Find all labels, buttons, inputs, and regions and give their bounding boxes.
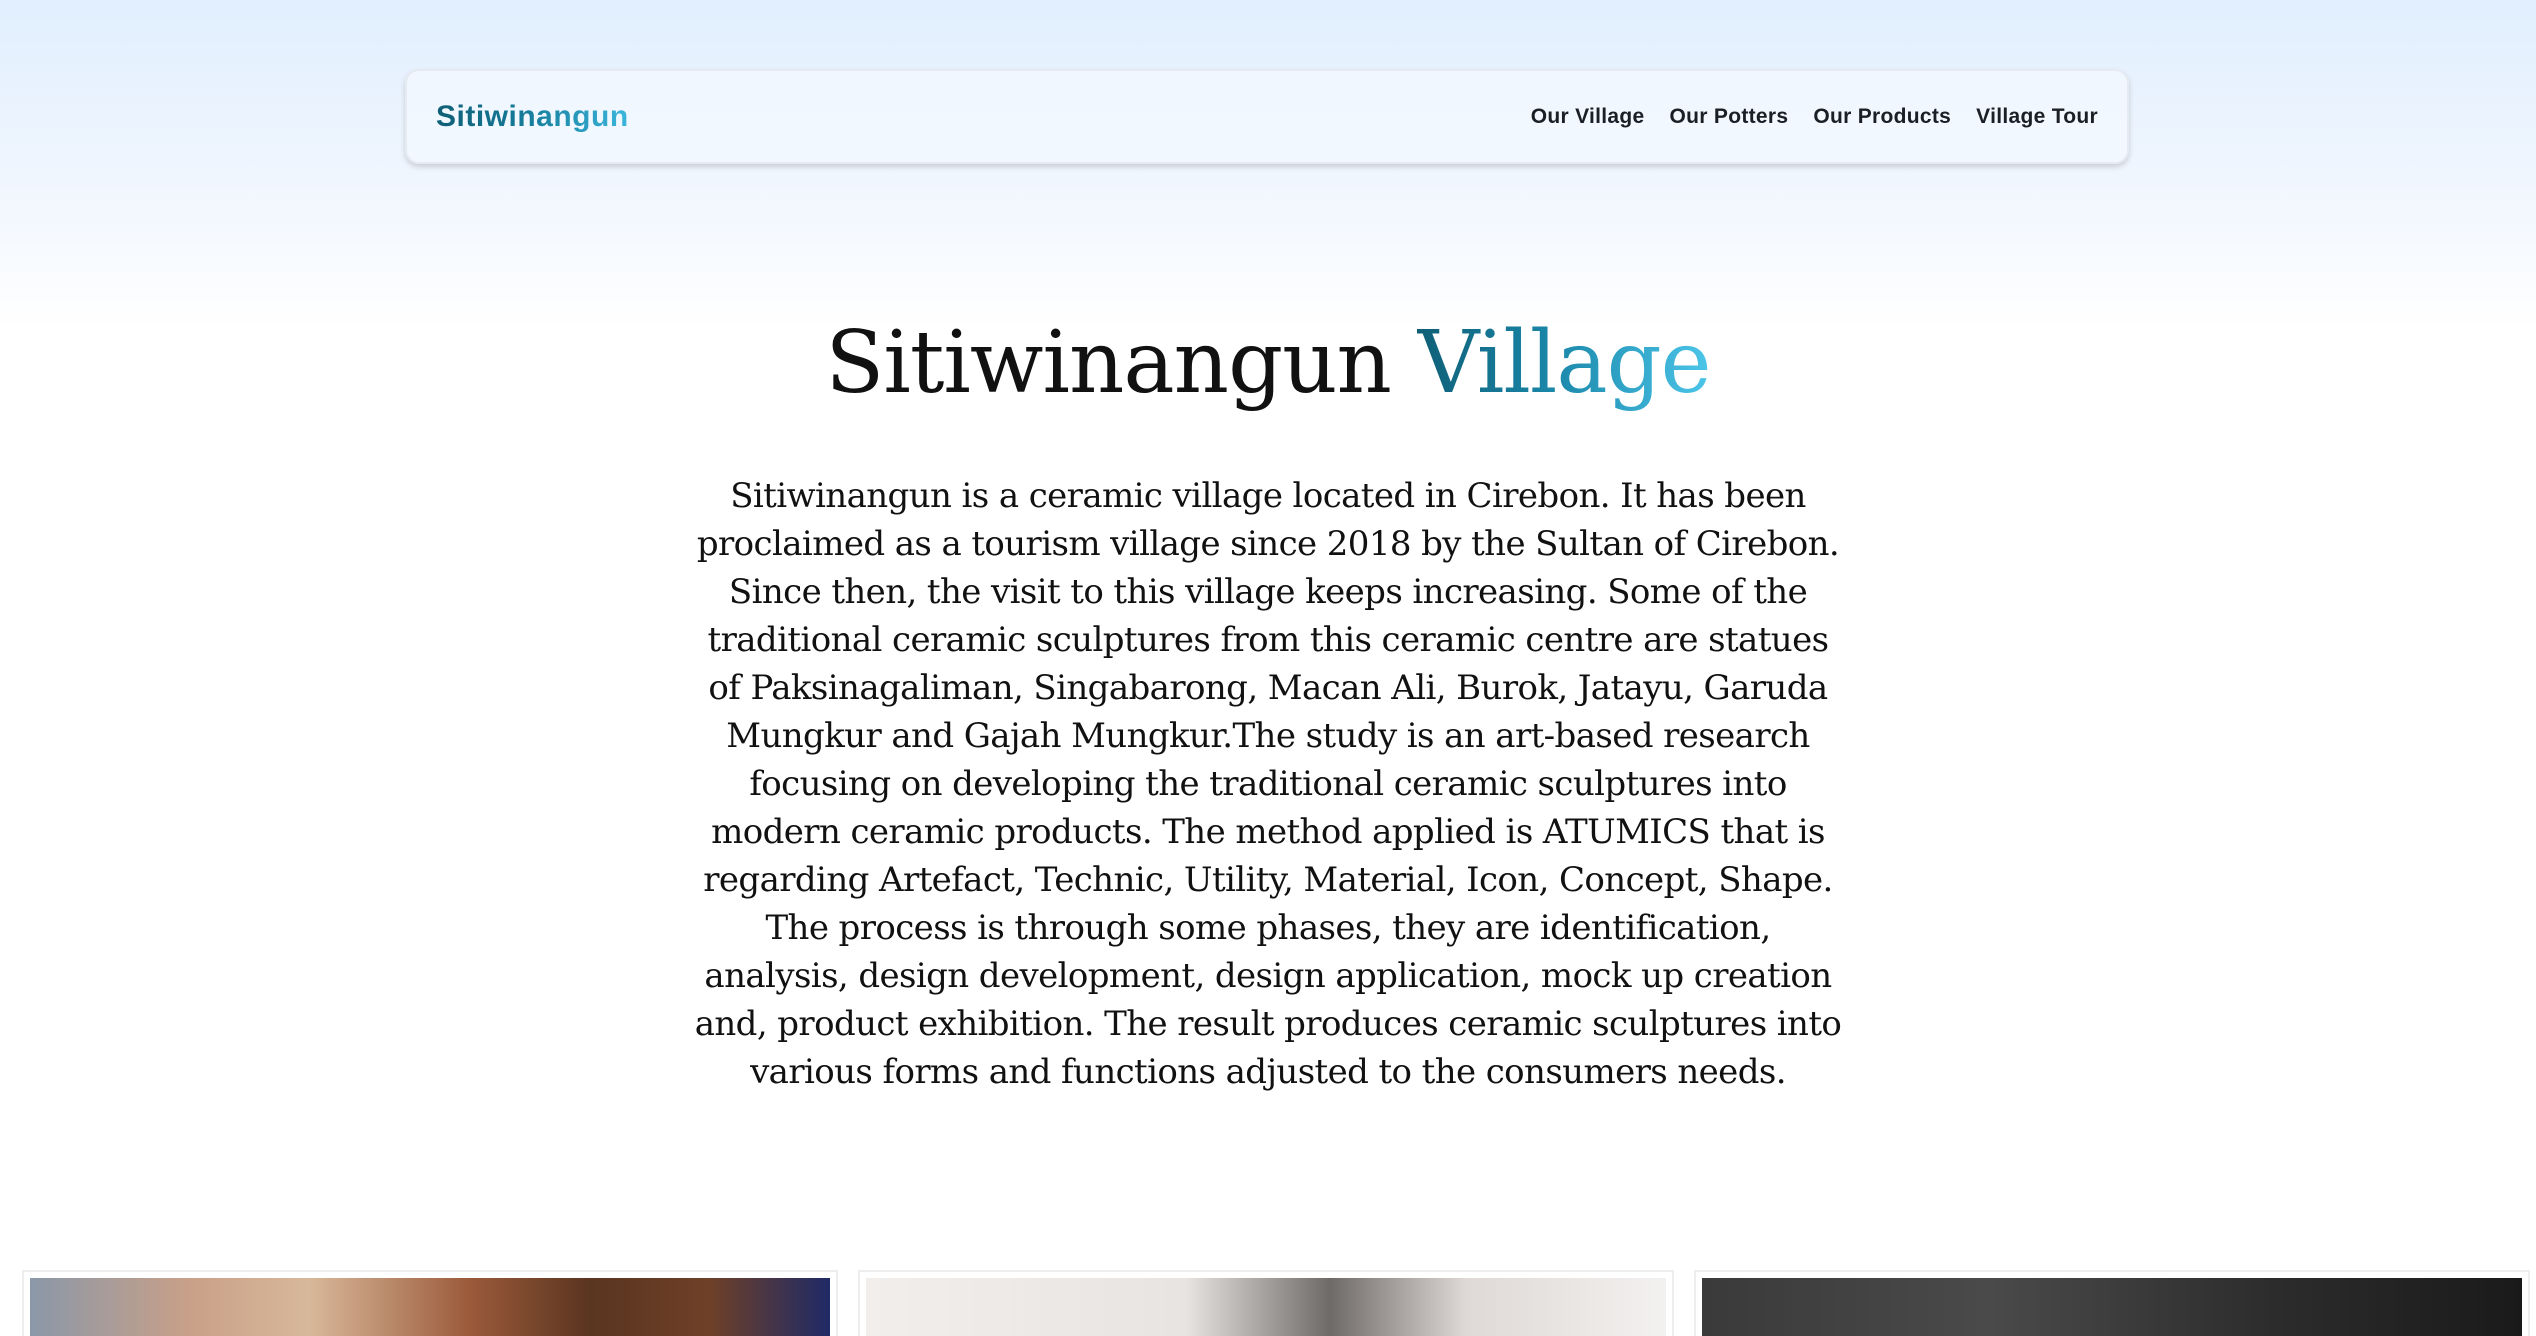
hero-description: Sitiwinangun is a ceramic village locate… bbox=[694, 476, 1842, 1092]
page: Sitiwinangun Our Village Our Potters Our… bbox=[0, 0, 2536, 1336]
image-card[interactable] bbox=[1694, 1270, 2530, 1336]
card-image-pottery-hands bbox=[30, 1278, 830, 1336]
nav-link-our-products[interactable]: Our Products bbox=[1813, 105, 1951, 129]
card-image-dark-product bbox=[1702, 1278, 2522, 1336]
brand-logo[interactable]: Sitiwinangun bbox=[436, 71, 629, 162]
nav-link-our-potters[interactable]: Our Potters bbox=[1670, 105, 1789, 129]
hero-title-main: Sitiwinangun bbox=[825, 313, 1391, 413]
nav-links: Our Village Our Potters Our Products Vil… bbox=[1531, 71, 2098, 162]
nav-link-our-village[interactable]: Our Village bbox=[1531, 105, 1645, 129]
hero-title: Sitiwinangun Village bbox=[0, 316, 2536, 411]
image-card[interactable] bbox=[858, 1270, 1674, 1336]
card-image-ceramic-vessel bbox=[866, 1278, 1666, 1336]
hero-title-accent: Village bbox=[1417, 313, 1711, 413]
navbar: Sitiwinangun Our Village Our Potters Our… bbox=[405, 69, 2129, 164]
nav-link-village-tour[interactable]: Village Tour bbox=[1976, 105, 2098, 129]
image-card[interactable] bbox=[22, 1270, 838, 1336]
image-card-grid bbox=[22, 1270, 2530, 1336]
